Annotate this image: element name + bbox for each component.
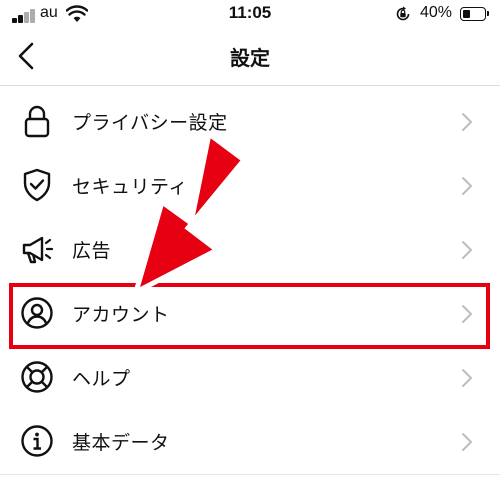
- chevron-right-icon: [462, 369, 473, 387]
- divider: [0, 474, 500, 475]
- battery-icon: [460, 7, 489, 21]
- chevron-right-icon: [462, 433, 473, 451]
- menu-item-label: ヘルプ: [72, 368, 131, 390]
- menu-item-basic-data[interactable]: 基本データ: [0, 412, 500, 472]
- lifebuoy-icon: [21, 361, 53, 393]
- lock-icon: [24, 105, 50, 138]
- nav-bar: 設定: [0, 30, 500, 86]
- info-icon: [21, 425, 53, 457]
- rotation-lock-icon: [396, 6, 410, 21]
- megaphone-icon: [22, 236, 54, 264]
- battery-percent: 40%: [420, 4, 453, 21]
- menu-item-label: 基本データ: [72, 432, 170, 454]
- page-title: 設定: [230, 46, 270, 70]
- menu-item-label: 広告: [72, 240, 112, 262]
- chevron-right-icon: [462, 177, 473, 195]
- shield-check-icon: [23, 168, 51, 202]
- menu-item-help[interactable]: ヘルプ: [0, 348, 500, 408]
- status-bar: au 11:05 40%: [0, 0, 500, 30]
- chevron-right-icon: [462, 241, 473, 259]
- chevron-right-icon: [462, 113, 473, 131]
- red-arrow-icon: [131, 129, 248, 297]
